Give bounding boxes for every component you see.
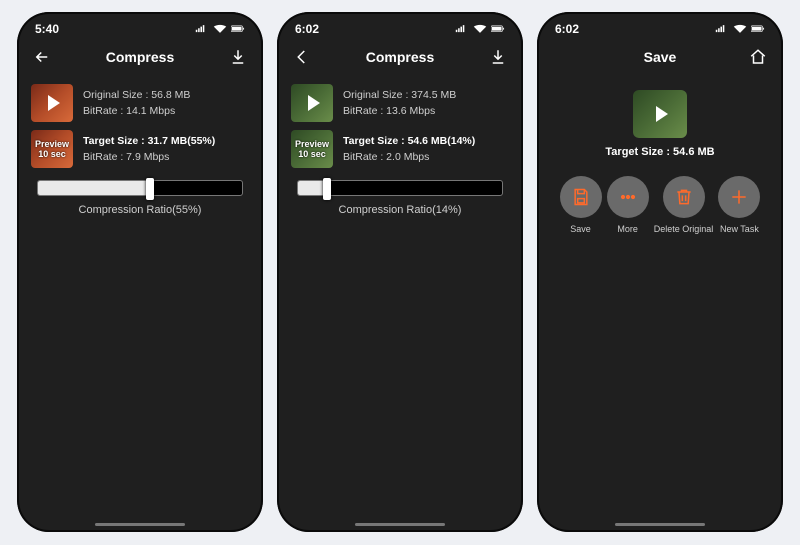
target-size-label: Target Size : 54.6 MB(14%) bbox=[343, 135, 475, 147]
status-indicators bbox=[715, 24, 765, 34]
play-icon bbox=[308, 95, 320, 111]
preview-label-top: Preview bbox=[35, 139, 69, 149]
status-indicators bbox=[195, 24, 245, 34]
more-icon bbox=[607, 176, 649, 218]
result-size-label: Target Size : 54.6 MB bbox=[605, 146, 714, 158]
page-title: Save bbox=[644, 49, 677, 65]
slider-knob[interactable] bbox=[146, 178, 154, 200]
new-task-action[interactable]: New Task bbox=[718, 176, 760, 234]
back-button[interactable] bbox=[291, 46, 313, 68]
save-icon bbox=[560, 176, 602, 218]
result-thumbnail[interactable] bbox=[633, 90, 687, 138]
play-icon bbox=[48, 95, 60, 111]
delete-original-action[interactable]: Delete Original bbox=[654, 176, 714, 234]
delete-original-label: Delete Original bbox=[654, 224, 714, 234]
original-bitrate-label: BitRate : 13.6 Mbps bbox=[343, 105, 456, 117]
preview-label-top: Preview bbox=[295, 139, 329, 149]
preview-label-bottom: 10 sec bbox=[298, 149, 326, 159]
status-time: 6:02 bbox=[555, 22, 579, 36]
preview-thumbnail[interactable]: Preview 10 sec bbox=[31, 130, 73, 168]
content: Original Size : 374.5 MB BitRate : 13.6 … bbox=[277, 78, 523, 228]
target-size-label: Target Size : 31.7 MB(55%) bbox=[83, 135, 215, 147]
action-row: Save More Delete Original New Task bbox=[551, 176, 769, 234]
target-bitrate-label: BitRate : 7.9 Mbps bbox=[83, 151, 215, 163]
home-indicator[interactable] bbox=[355, 523, 445, 526]
status-time: 5:40 bbox=[35, 22, 59, 36]
compression-ratio-label: Compression Ratio(14%) bbox=[297, 204, 503, 216]
status-bar: 6:02 bbox=[277, 12, 523, 40]
target-bitrate-label: BitRate : 2.0 Mbps bbox=[343, 151, 475, 163]
original-thumbnail[interactable] bbox=[291, 84, 333, 122]
page-title: Compress bbox=[106, 49, 174, 65]
title-bar: Compress bbox=[277, 40, 523, 78]
more-action[interactable]: More bbox=[607, 176, 649, 234]
page-title: Compress bbox=[366, 49, 434, 65]
home-indicator[interactable] bbox=[615, 523, 705, 526]
original-row: Original Size : 374.5 MB BitRate : 13.6 … bbox=[291, 84, 509, 122]
content: Original Size : 56.8 MB BitRate : 14.1 M… bbox=[17, 78, 263, 228]
play-icon bbox=[656, 106, 668, 122]
title-bar: Save bbox=[537, 40, 783, 78]
phone-screen-1: 5:40 Compress Original Size : 56.8 MB Bi… bbox=[17, 12, 263, 532]
phone-screen-3: 6:02 Save Target Size : 54.6 MB Save Mor… bbox=[537, 12, 783, 532]
status-bar: 6:02 bbox=[537, 12, 783, 40]
status-indicators bbox=[455, 24, 505, 34]
more-label: More bbox=[617, 224, 638, 234]
home-indicator[interactable] bbox=[95, 523, 185, 526]
original-row: Original Size : 56.8 MB BitRate : 14.1 M… bbox=[31, 84, 249, 122]
content: Target Size : 54.6 MB Save More Delete O… bbox=[537, 78, 783, 240]
original-thumbnail[interactable] bbox=[31, 84, 73, 122]
trash-icon bbox=[663, 176, 705, 218]
plus-icon bbox=[718, 176, 760, 218]
target-row: Preview 10 sec Target Size : 31.7 MB(55%… bbox=[31, 130, 249, 168]
slider-fill bbox=[38, 181, 150, 195]
target-row: Preview 10 sec Target Size : 54.6 MB(14%… bbox=[291, 130, 509, 168]
download-button[interactable] bbox=[227, 46, 249, 68]
original-size-label: Original Size : 56.8 MB bbox=[83, 89, 190, 101]
status-bar: 5:40 bbox=[17, 12, 263, 40]
back-button-placeholder bbox=[551, 46, 573, 68]
slider-knob[interactable] bbox=[323, 178, 331, 200]
new-task-label: New Task bbox=[720, 224, 759, 234]
title-bar: Compress bbox=[17, 40, 263, 78]
save-label: Save bbox=[570, 224, 591, 234]
compression-slider[interactable]: Compression Ratio(55%) bbox=[37, 180, 243, 216]
preview-label-bottom: 10 sec bbox=[38, 149, 66, 159]
home-button[interactable] bbox=[747, 46, 769, 68]
original-bitrate-label: BitRate : 14.1 Mbps bbox=[83, 105, 190, 117]
compression-ratio-label: Compression Ratio(55%) bbox=[37, 204, 243, 216]
preview-thumbnail[interactable]: Preview 10 sec bbox=[291, 130, 333, 168]
download-button[interactable] bbox=[487, 46, 509, 68]
save-action[interactable]: Save bbox=[560, 176, 602, 234]
status-time: 6:02 bbox=[295, 22, 319, 36]
original-size-label: Original Size : 374.5 MB bbox=[343, 89, 456, 101]
compression-slider[interactable]: Compression Ratio(14%) bbox=[297, 180, 503, 216]
phone-screen-2: 6:02 Compress Original Size : 374.5 MB B… bbox=[277, 12, 523, 532]
back-button[interactable] bbox=[31, 46, 53, 68]
